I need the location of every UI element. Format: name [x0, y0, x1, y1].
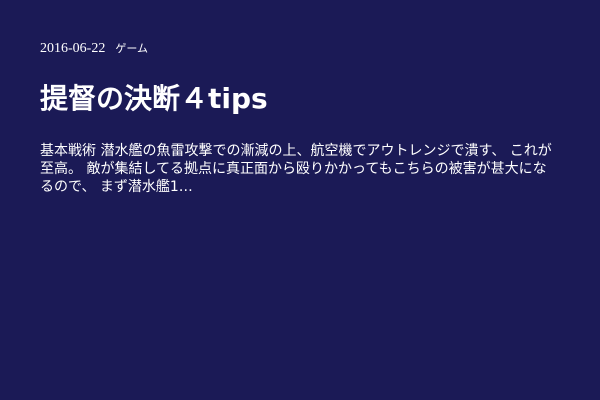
post-meta: 2016-06-22 ゲーム — [40, 40, 560, 58]
post-category-link[interactable]: ゲーム — [115, 40, 148, 58]
post-date: 2016-06-22 — [40, 41, 106, 56]
post-title[interactable]: 提督の決断４tips — [40, 80, 560, 118]
post-card: 2016-06-22 ゲーム 提督の決断４tips 基本戦術 潜水艦の魚雷攻撃で… — [0, 0, 600, 400]
post-excerpt: 基本戦術 潜水艦の魚雷攻撃での漸減の上、航空機でアウトレンジで潰す、 これが至高… — [40, 143, 552, 195]
